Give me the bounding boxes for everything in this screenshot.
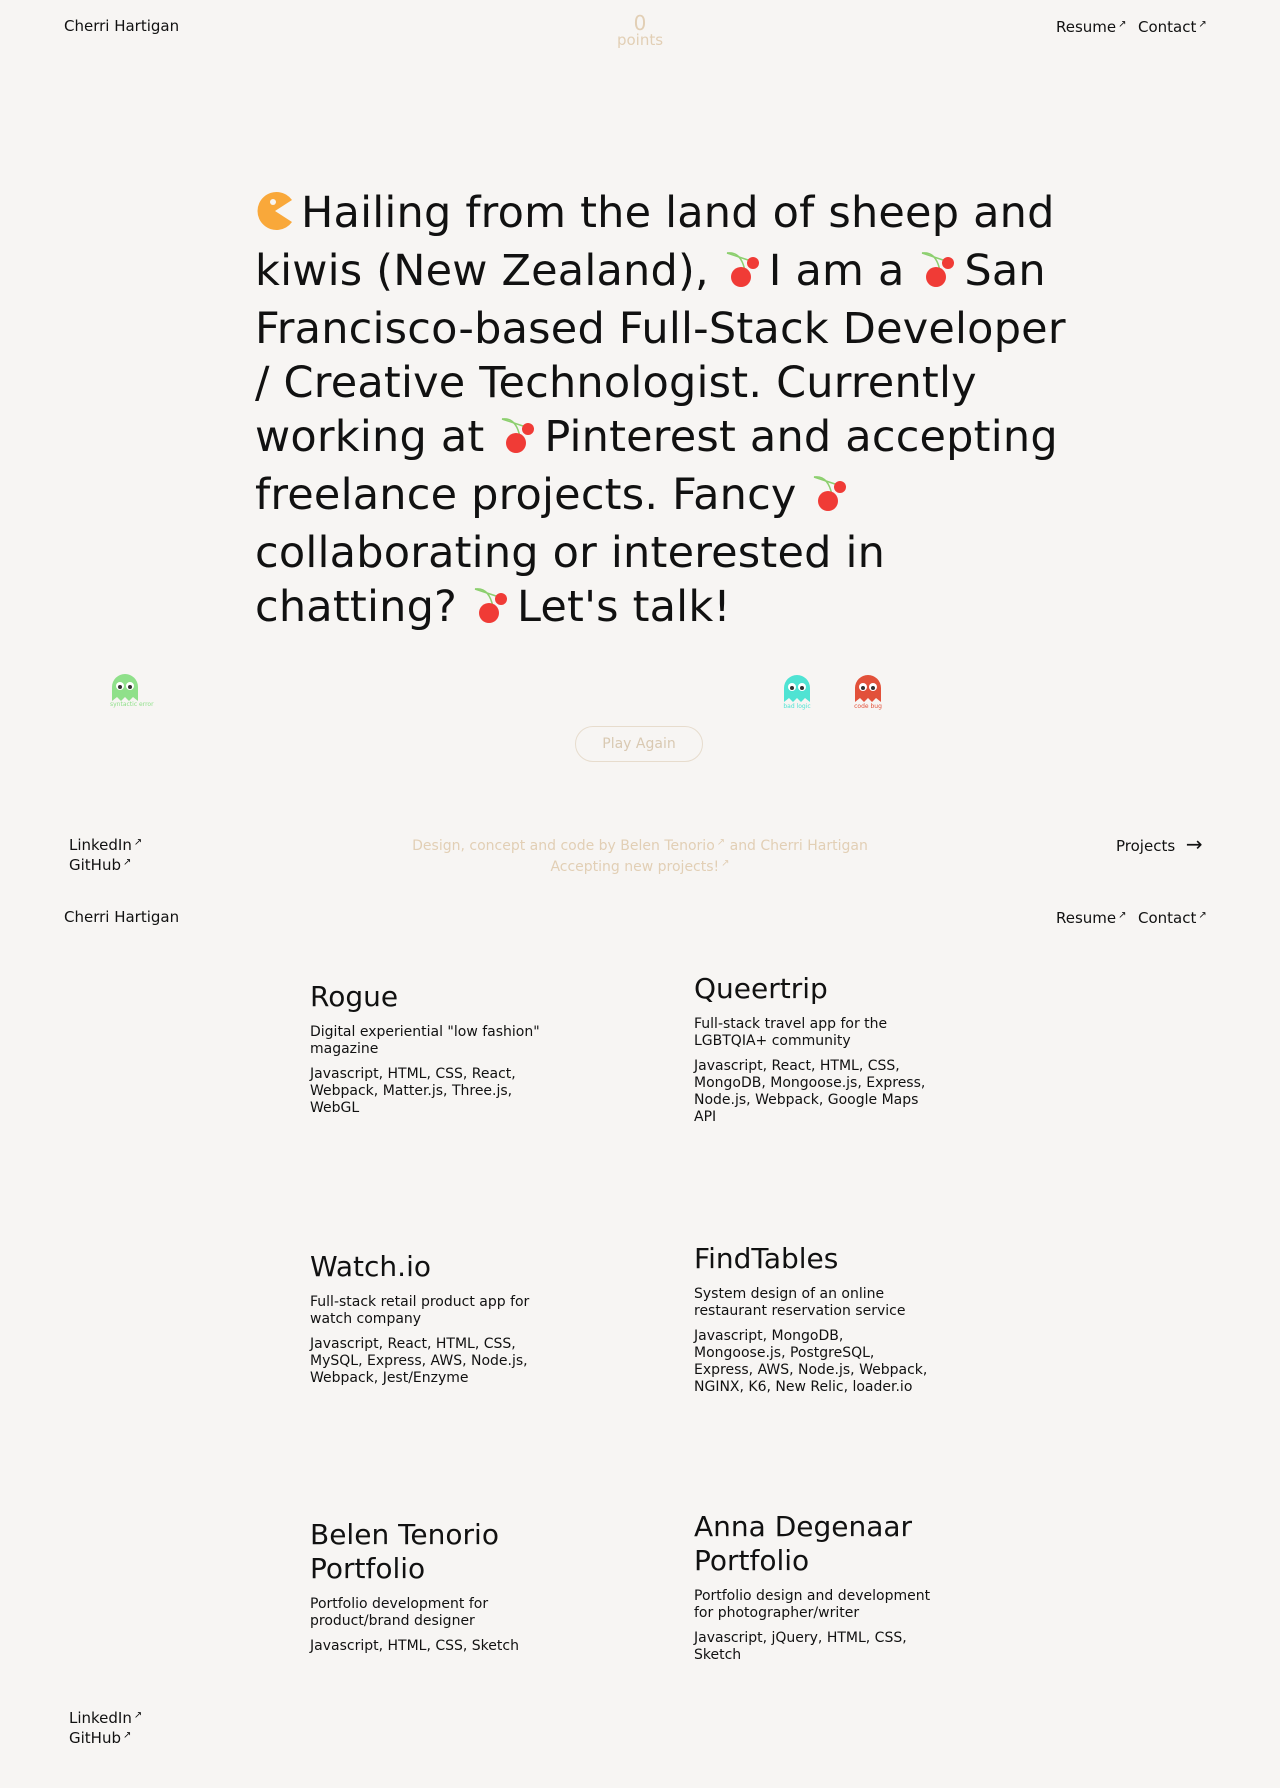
project-description: Full-stack travel app for the LGBTQIA+ c… — [694, 1016, 888, 1049]
github-label: GitHub — [69, 1729, 121, 1747]
external-link-icon: ↗ — [721, 858, 730, 869]
contact-label: Contact — [1138, 18, 1197, 36]
site-name[interactable]: Cherri Hartigan — [64, 908, 179, 926]
project-tech: Javascript, HTML, CSS, React, Webpack, M… — [310, 1066, 516, 1116]
ghost-label: syntactic error — [110, 701, 154, 708]
external-link-icon: ↗ — [122, 857, 132, 868]
external-link-icon: ↗ — [1118, 19, 1127, 30]
project-card-queertrip[interactable]: Queertrip Full-stack travel app for the … — [694, 972, 934, 1126]
resume-label: Resume — [1056, 909, 1117, 927]
project-description: System design of an online restaurant re… — [694, 1286, 906, 1319]
hero-intro: Hailing from the land of sheep and kiwis… — [255, 186, 1075, 638]
credit-prefix: Design, concept and code by Belen Tenori… — [412, 838, 715, 854]
github-label: GitHub — [69, 856, 121, 874]
project-card-belen-tenorio[interactable]: Belen Tenorio Portfolio Portfolio develo… — [310, 1518, 550, 1655]
credits: Design, concept and code by Belen Tenori… — [340, 834, 940, 876]
project-card-rogue[interactable]: Rogue Digital experiential "low fashion"… — [310, 980, 550, 1117]
project-tech: Javascript, React, HTML, CSS, MongoDB, M… — [694, 1058, 926, 1125]
project-tech: Javascript, HTML, CSS, Sketch — [310, 1638, 519, 1654]
project-description: Portfolio design and development for pho… — [694, 1588, 931, 1621]
contact-link[interactable]: Contact ↗ — [1138, 17, 1207, 36]
social-links: LinkedIn ↗ GitHub ↗ — [69, 1707, 142, 1747]
project-title: Rogue — [310, 980, 399, 1013]
project-card-watchio[interactable]: Watch.io Full-stack retail product app f… — [310, 1250, 550, 1387]
accepting-label: Accepting new projects! — [550, 859, 720, 875]
project-card-findtables[interactable]: FindTables System design of an online re… — [694, 1242, 934, 1396]
project-title: Watch.io — [310, 1250, 431, 1283]
pacman-icon — [255, 190, 295, 244]
site-name[interactable]: Cherri Hartigan — [64, 17, 179, 35]
ghost-icon — [784, 675, 810, 702]
linkedin-label: LinkedIn — [69, 1709, 132, 1727]
ghost-icon — [855, 675, 881, 702]
ghost-icon — [112, 674, 138, 701]
accepting-projects-link[interactable]: Accepting new projects! ↗ — [340, 855, 940, 876]
linkedin-link[interactable]: LinkedIn ↗ — [69, 834, 142, 854]
external-link-icon: ↗ — [716, 837, 726, 848]
cherry-icon — [918, 248, 958, 302]
ghost-syntactic-error: syntactic error — [110, 673, 154, 708]
hero-text-2: I am a — [768, 246, 905, 296]
github-link[interactable]: GitHub ↗ — [69, 1727, 142, 1747]
score-value: 0 — [633, 11, 647, 35]
linkedin-link[interactable]: LinkedIn ↗ — [69, 1707, 142, 1727]
contact-label: Contact — [1138, 909, 1197, 927]
cherry-icon — [810, 472, 850, 526]
external-link-icon: ↗ — [133, 837, 143, 848]
project-tech: Javascript, jQuery, HTML, CSS, Sketch — [694, 1630, 907, 1663]
resume-label: Resume — [1056, 18, 1117, 36]
project-description: Digital experiential "low fashion" magaz… — [310, 1024, 540, 1057]
project-description: Full-stack retail product app for watch … — [310, 1294, 530, 1327]
github-link[interactable]: GitHub ↗ — [69, 854, 142, 874]
projects-link[interactable]: Projects → — [1116, 832, 1203, 856]
ghost-bad-logic: bad logic — [782, 673, 812, 710]
resume-link[interactable]: Resume ↗ — [1056, 908, 1127, 927]
project-title: Queertrip — [694, 972, 828, 1005]
external-link-icon: ↗ — [122, 1730, 132, 1741]
projects-label: Projects — [1116, 837, 1176, 855]
hero-text-6: Let's talk! — [516, 582, 731, 632]
cherry-icon — [723, 248, 763, 302]
ghost-label: code bug — [854, 703, 882, 710]
ghost-code-bug: code bug — [853, 673, 883, 710]
score-label: points — [616, 31, 664, 49]
ghost-label: bad logic — [783, 703, 811, 710]
project-title: Anna Degenaar Portfolio — [694, 1510, 913, 1577]
project-title: Belen Tenorio Portfolio — [310, 1518, 499, 1585]
social-links: LinkedIn ↗ GitHub ↗ — [69, 834, 142, 874]
external-link-icon: ↗ — [133, 1710, 143, 1721]
play-again-button[interactable]: Play Again — [575, 726, 703, 762]
project-tech: Javascript, React, HTML, CSS, MySQL, Exp… — [310, 1336, 528, 1386]
external-link-icon: ↗ — [1118, 910, 1127, 921]
arrow-right-icon: → — [1185, 832, 1203, 856]
project-card-anna-degenaar[interactable]: Anna Degenaar Portfolio Portfolio design… — [694, 1510, 934, 1664]
external-link-icon: ↗ — [1198, 19, 1207, 30]
project-tech: Javascript, MongoDB, Mongoose.js, Postgr… — [694, 1328, 928, 1395]
cherry-icon — [498, 414, 538, 468]
credit-suffix: and Cherri Hartigan — [729, 838, 868, 854]
resume-link[interactable]: Resume ↗ — [1056, 17, 1127, 36]
linkedin-label: LinkedIn — [69, 836, 132, 854]
contact-link[interactable]: Contact ↗ — [1138, 908, 1207, 927]
external-link-icon: ↗ — [1198, 910, 1207, 921]
cherry-icon — [471, 584, 511, 638]
project-title: FindTables — [694, 1242, 839, 1275]
project-description: Portfolio development for product/brand … — [310, 1596, 489, 1629]
score-counter: 0 points — [600, 13, 680, 48]
